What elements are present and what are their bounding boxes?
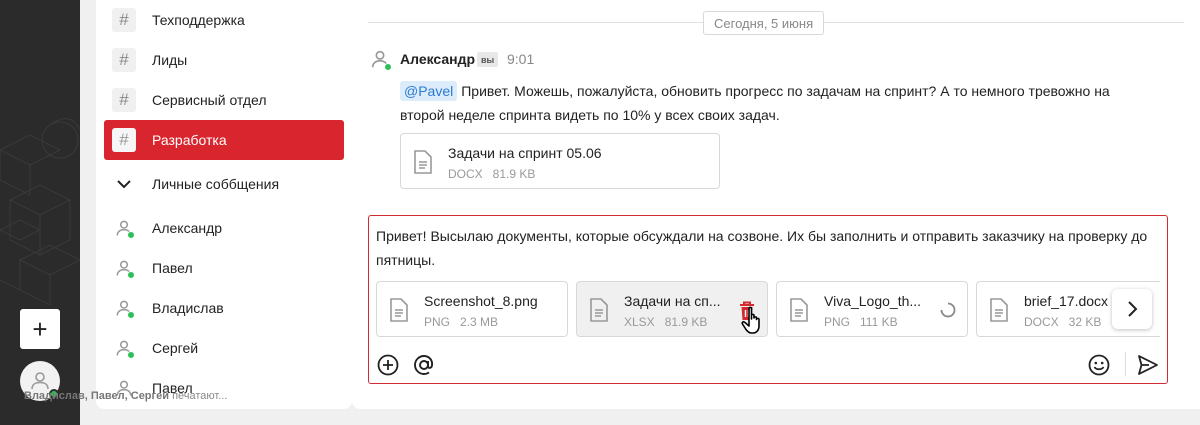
add-attachment-button[interactable] <box>375 352 401 378</box>
message-author[interactable]: Александр <box>400 51 475 67</box>
attachment-size: 32 KB <box>1068 315 1102 329</box>
message-composer[interactable]: Привет! Высылаю документы, которые обсуж… <box>368 215 1168 384</box>
attachment-type: DOCX <box>1024 315 1059 329</box>
chevron-right-icon <box>1128 301 1138 317</box>
hash-icon: # <box>112 128 136 152</box>
online-status-dot <box>127 271 135 279</box>
attachment-type: XLSX <box>624 315 655 329</box>
plus-circle-icon <box>377 354 399 376</box>
sidebar-item-leads[interactable]: # Лиды <box>104 40 344 80</box>
chevron-down-icon <box>112 172 136 196</box>
hash-icon: # <box>112 88 136 112</box>
attachment-size: 81.9 KB <box>492 167 536 181</box>
attachment-size: 111 KB <box>860 315 898 329</box>
sidebar-item-label: Лиды <box>152 52 188 68</box>
app-rail: + <box>0 0 80 425</box>
emoji-button[interactable] <box>1086 352 1112 378</box>
attachment-type: PNG <box>424 315 451 329</box>
at-sign-icon <box>414 355 434 375</box>
attachment-name: Задачи на сп... <box>624 293 721 309</box>
document-icon <box>390 298 408 322</box>
chat-panel: Сегодня, 5 июня Александр вы 9:01 @Pavel… <box>352 0 1200 409</box>
attachment-meta: DOCX 32 KB <box>1024 315 1101 329</box>
user-icon <box>112 336 136 360</box>
attachment-name: Screenshot_8.png <box>424 293 538 309</box>
online-status-dot <box>127 311 135 319</box>
attachments-next-button[interactable] <box>1112 289 1152 329</box>
message-body: @Pavel Привет. Можешь, пожалуйста, обнови… <box>400 79 1120 127</box>
attachment-meta: PNG 2.3 MB <box>424 315 498 329</box>
online-status-dot <box>127 351 135 359</box>
attachment-name: Задачи на спринт 05.06 <box>448 145 602 161</box>
sidebar-item-label: Сергей <box>152 340 199 356</box>
sidebar-item-development[interactable]: # Разработка <box>104 120 344 160</box>
channel-sidebar: # Техподдержка # Лиды # Сервисный отдел … <box>96 0 352 409</box>
sidebar-item-dm-pavel[interactable]: Павел <box>104 248 344 288</box>
date-divider: Сегодня, 5 июня <box>703 11 825 35</box>
attachment-size: 2.3 MB <box>460 315 499 329</box>
sidebar-item-label: Техподдержка <box>152 12 245 28</box>
attachment-strip: Screenshot_8.png PNG 2.3 MB Задачи на сп.… <box>376 281 1160 338</box>
message-author-avatar[interactable] <box>368 47 392 71</box>
attachment-type: PNG <box>824 315 851 329</box>
pending-attachment[interactable]: Screenshot_8.png PNG 2.3 MB <box>376 281 568 337</box>
message-text: Привет. Можешь, пожалуйста, обновить про… <box>400 83 1110 123</box>
typing-indicator: Владислав, Павел, Сергей печатают... <box>24 390 227 402</box>
attachment-name: Viva_Logo_th... <box>824 293 922 309</box>
sidebar-item-label: Владислав <box>152 300 224 316</box>
sidebar-item-techsupport[interactable]: # Техподдержка <box>104 0 344 40</box>
attachment-size: 81.9 KB <box>664 315 708 329</box>
attachment-meta: PNG 111 KB <box>824 315 898 329</box>
composer-divider <box>1125 352 1126 376</box>
sidebar-item-dm-sergey[interactable]: Сергей <box>104 328 344 368</box>
sidebar-item-dm-pavel-2[interactable]: Павел <box>104 368 344 408</box>
self-badge: вы <box>477 52 499 67</box>
attachment-meta: XLSX 81.9 KB <box>624 315 707 329</box>
hand-cursor-icon <box>741 306 760 334</box>
attachment-name: brief_17.docx <box>1024 293 1109 309</box>
message-attachment[interactable]: Задачи на спринт 05.06 DOCX 81.9 KB <box>400 133 720 189</box>
sidebar-item-label: Разработка <box>152 132 227 148</box>
mention-button[interactable] <box>411 352 437 378</box>
user-icon <box>112 256 136 280</box>
add-workspace-button[interactable]: + <box>20 309 60 349</box>
sidebar-item-dm-vladislav[interactable]: Владислав <box>104 288 344 328</box>
sidebar-item-label: Александр <box>152 220 223 236</box>
attachment-type: DOCX <box>448 167 483 181</box>
document-icon <box>790 298 808 322</box>
dm-section-label: Личные соббщения <box>152 176 280 192</box>
user-icon <box>112 296 136 320</box>
attachment-meta: DOCX 81.9 KB <box>448 167 535 181</box>
send-button[interactable] <box>1135 352 1161 378</box>
document-icon <box>990 298 1008 322</box>
online-status-dot <box>127 231 135 239</box>
message-time: 9:01 <box>507 51 535 67</box>
user-icon <box>112 216 136 240</box>
document-icon <box>590 298 608 322</box>
hash-icon: # <box>112 48 136 72</box>
dm-section-toggle[interactable]: Личные соббщения <box>104 164 344 204</box>
pending-attachment[interactable]: Viva_Logo_th... PNG 111 KB <box>776 281 968 337</box>
sidebar-item-service[interactable]: # Сервисный отдел <box>104 80 344 120</box>
typing-users: Владислав, Павел, Сергей <box>24 390 169 402</box>
online-status-dot <box>384 63 392 71</box>
mention-chip[interactable]: @Pavel <box>400 81 458 101</box>
document-icon <box>414 150 432 174</box>
sidebar-item-label: Сервисный отдел <box>152 92 267 108</box>
pending-attachment[interactable]: Задачи на сп... XLSX 81.9 KB <box>576 281 768 337</box>
loading-spinner-icon <box>940 302 956 318</box>
send-icon <box>1138 355 1158 375</box>
composer-input[interactable]: Привет! Высылаю документы, которые обсуж… <box>376 224 1156 272</box>
sidebar-item-label: Павел <box>152 260 193 276</box>
sidebar-item-dm-alexander[interactable]: Александр <box>104 208 344 248</box>
smiley-icon <box>1088 354 1110 376</box>
hash-icon: # <box>112 8 136 32</box>
typing-suffix: печатают... <box>172 390 228 402</box>
